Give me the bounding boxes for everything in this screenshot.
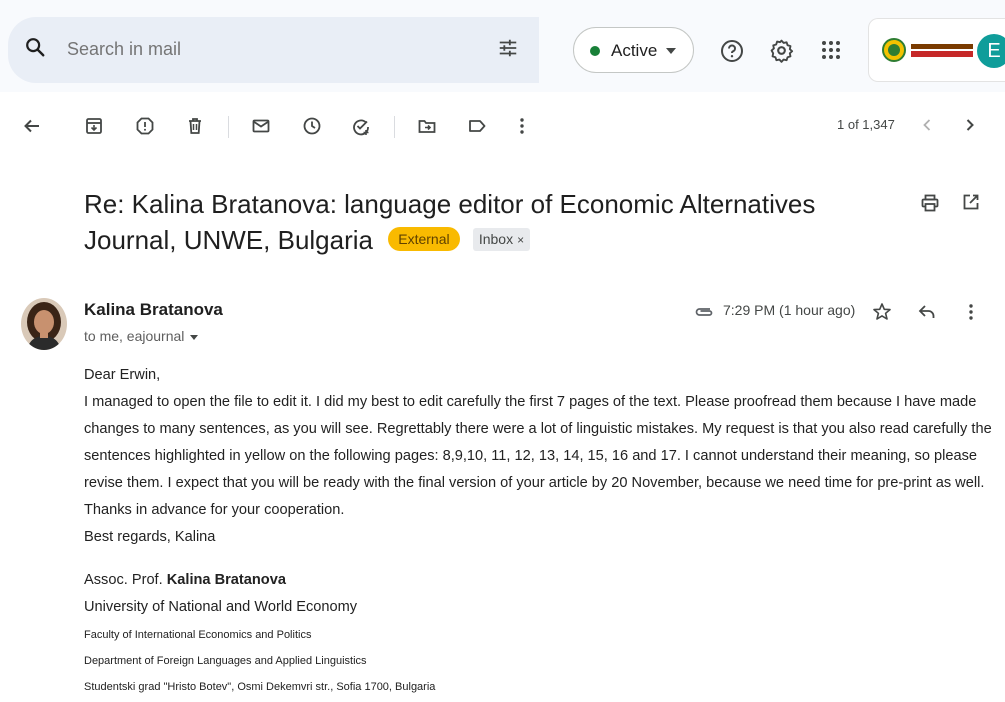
chevron-left-icon[interactable]: [919, 116, 935, 134]
email-greeting: Dear Erwin,: [84, 367, 161, 383]
email-subject: Re: Kalina Bratanova: language editor of…: [84, 186, 904, 258]
open-in-new-window-icon[interactable]: [962, 193, 980, 211]
email-closing: Best regards, Kalina: [84, 529, 216, 545]
mark-unread-icon[interactable]: [251, 116, 271, 136]
account-area[interactable]: E: [868, 18, 1005, 82]
recipients-text: to me, eajournal: [84, 328, 185, 344]
toolbar-divider: [228, 116, 229, 138]
signature-title: Assoc. Prof.: [84, 572, 163, 588]
add-to-tasks-icon[interactable]: [351, 116, 371, 136]
pagination-count: 1 of 1,347: [837, 117, 895, 132]
more-options-icon[interactable]: [512, 116, 532, 136]
chevron-right-icon[interactable]: [962, 116, 978, 134]
settings-gear-icon[interactable]: [769, 38, 794, 63]
print-icon[interactable]: [920, 193, 940, 213]
signature-department: Department of Foreign Languages and Appl…: [84, 655, 367, 667]
back-arrow-icon[interactable]: [22, 116, 42, 136]
external-badge: External: [388, 227, 460, 252]
delete-icon[interactable]: [185, 116, 205, 136]
email-timestamp: 7:29 PM (1 hour ago): [723, 302, 856, 318]
reply-icon[interactable]: [917, 303, 937, 321]
star-icon[interactable]: [872, 302, 892, 322]
status-selector[interactable]: Active: [573, 27, 694, 73]
apps-grid-icon[interactable]: [821, 40, 841, 60]
email-paragraph: I managed to open the file to edit it. I…: [84, 394, 992, 518]
move-to-folder-icon[interactable]: [417, 116, 437, 136]
report-spam-icon[interactable]: [135, 116, 155, 136]
chevron-down-icon: [666, 48, 676, 54]
search-options-icon[interactable]: [497, 37, 519, 59]
search-icon[interactable]: [24, 36, 46, 58]
signature-faculty: Faculty of International Economics and P…: [84, 629, 312, 641]
search-input[interactable]: [67, 39, 447, 60]
status-label: Active: [611, 41, 658, 60]
signature-name: Kalina Bratanova: [166, 572, 286, 588]
organization-logo: [882, 38, 973, 62]
signature-address: Studentski grad "Hristo Botev", Osmi Dek…: [84, 681, 436, 693]
signature-name-line: Assoc. Prof. Kalina Bratanova: [84, 572, 684, 588]
chevron-down-icon[interactable]: [190, 334, 199, 340]
inbox-label-chip[interactable]: Inbox ×: [472, 227, 531, 251]
toolbar-divider: [394, 116, 395, 138]
email-body: Dear Erwin, I managed to open the file t…: [84, 362, 994, 551]
help-icon[interactable]: [720, 39, 744, 63]
archive-icon[interactable]: [84, 116, 104, 136]
label-icon[interactable]: [467, 116, 487, 136]
snooze-clock-icon[interactable]: [302, 116, 322, 136]
attachment-icon: [695, 308, 713, 316]
sender-name[interactable]: Kalina Bratanova: [84, 300, 223, 320]
message-more-options-icon[interactable]: [965, 302, 977, 322]
account-avatar[interactable]: E: [977, 34, 1005, 68]
signature-university: University of National and World Economy: [84, 599, 358, 615]
inbox-label-text: Inbox: [478, 230, 514, 247]
remove-label-icon[interactable]: ×: [517, 233, 524, 247]
sender-avatar[interactable]: [21, 298, 67, 350]
status-dot: [590, 46, 600, 56]
recipients-line[interactable]: to me, eajournal: [84, 328, 199, 344]
